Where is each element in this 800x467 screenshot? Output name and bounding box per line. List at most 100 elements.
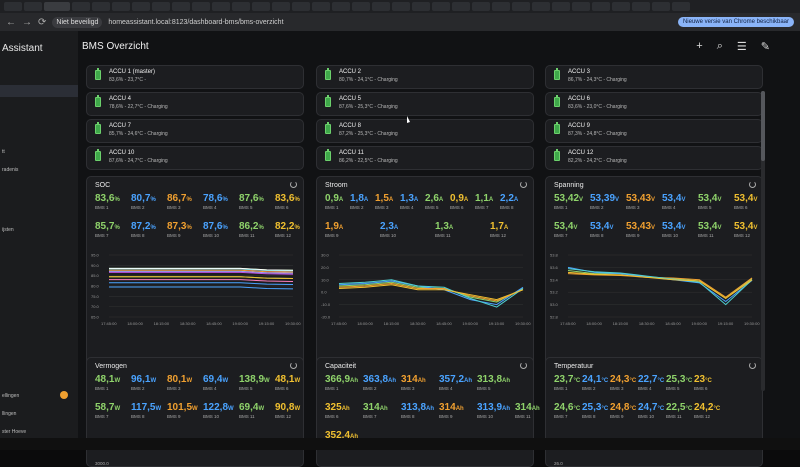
browser-tab[interactable] — [392, 2, 410, 11]
accu-name: ACCU 4 — [109, 96, 132, 102]
refresh-icon[interactable] — [749, 362, 756, 369]
y-tick-label: 0.0 — [321, 290, 327, 295]
browser-tab[interactable] — [272, 2, 290, 11]
temperatuur-value: 24,8°C — [610, 402, 636, 413]
stat-number: 357,2 — [439, 374, 465, 385]
accu-card[interactable]: ACCU 5 87,6% - 25,3°C - Charging — [316, 92, 534, 116]
forward-icon[interactable]: → — [22, 17, 32, 28]
sidebar-item[interactable]: radenis — [2, 167, 18, 173]
y-tick-label: 52.8 — [550, 315, 559, 320]
temperatuur-value: 22,5°C — [666, 402, 692, 413]
browser-tab[interactable] — [472, 2, 490, 11]
browser-tab[interactable] — [632, 2, 650, 11]
browser-tab[interactable] — [212, 2, 230, 11]
sidebar-item[interactable]: ijsten — [2, 227, 14, 233]
browser-tab[interactable] — [572, 2, 590, 11]
browser-tab[interactable] — [552, 2, 570, 11]
accu-card[interactable]: ACCU 8 87,2% - 25,3°C - Charging — [316, 119, 534, 143]
accu-card[interactable]: ACCU 9 87,3% - 24,8°C - Charging — [545, 119, 763, 143]
x-tick-label: 18:45:00 — [436, 321, 452, 326]
refresh-icon[interactable] — [520, 362, 527, 369]
x-tick-label: 18:30:00 — [639, 321, 655, 326]
accu-card[interactable]: ACCU 7 85,7% - 24,6°C - Charging — [86, 119, 304, 143]
accu-card[interactable]: ACCU 3 86,7% - 24,3°C - Charging — [545, 65, 763, 89]
url-field[interactable]: homeassistant.local:8123/dashboard-bms/b… — [108, 19, 672, 26]
browser-tab[interactable] — [412, 2, 430, 11]
browser-tab[interactable] — [592, 2, 610, 11]
browser-tab[interactable] — [532, 2, 550, 11]
browser-tab[interactable] — [332, 2, 350, 11]
browser-tab[interactable] — [132, 2, 150, 11]
browser-tab[interactable] — [432, 2, 450, 11]
temperatuur-label: BMS 7 — [554, 414, 568, 419]
scroll-thumb[interactable] — [761, 91, 765, 161]
sidebar-item[interactable]: ster Hoeve — [2, 429, 26, 435]
browser-address-bar: ← → ⟳ Niet beveiligd homeassistant.local… — [0, 13, 800, 31]
accu-card[interactable]: ACCU 6 83,6% - 23,0°C - Charging — [545, 92, 763, 116]
accu-card[interactable]: ACCU 4 78,6% - 22,7°C - Charging — [86, 92, 304, 116]
browser-tab[interactable] — [232, 2, 250, 11]
sidebar-item[interactable]: ellingen — [2, 393, 19, 399]
browser-tab[interactable] — [92, 2, 110, 11]
browser-tab[interactable] — [372, 2, 390, 11]
stat-unit: Ah — [341, 406, 350, 412]
stat-number: 58,7 — [95, 402, 115, 413]
accu-card[interactable]: ACCU 1 (master) 83,6% - 23,7°C - — [86, 65, 304, 89]
stat-unit: °C — [705, 378, 712, 384]
browser-tab[interactable] — [24, 2, 42, 11]
browser-tab[interactable] — [612, 2, 630, 11]
browser-tab[interactable] — [452, 2, 470, 11]
stat-unit: Ah — [426, 406, 435, 412]
browser-tab[interactable] — [44, 2, 70, 11]
vermogen-label: BMS 10 — [203, 414, 220, 419]
y-tick-label: 65.0 — [91, 315, 100, 320]
stat-unit: Ah — [417, 378, 426, 384]
sidebar-item-active[interactable] — [0, 85, 78, 97]
security-indicator[interactable]: Niet beveiligd — [52, 16, 103, 28]
refresh-icon[interactable] — [290, 362, 297, 369]
vermogen-value: 138,9W — [239, 374, 270, 385]
accu-card[interactable]: ACCU 11 86,2% - 22,5°C - Charging — [316, 146, 534, 170]
stat-unit: W — [294, 378, 301, 384]
browser-tab[interactable] — [252, 2, 270, 11]
accu-card[interactable]: ACCU 10 87,6% - 24,7°C - Charging — [86, 146, 304, 170]
accu-card[interactable]: ACCU 12 82,2% - 24,2°C - Charging — [545, 146, 763, 170]
vermogen-label: BMS 1 — [95, 386, 109, 391]
accu-card[interactable]: ACCU 2 80,7% - 24,1°C - Charging — [316, 65, 534, 89]
assist-icon[interactable]: ☰ — [737, 40, 747, 53]
edit-icon[interactable]: ✎ — [761, 40, 770, 53]
sidebar-item[interactable]: llingen — [2, 411, 16, 417]
search-icon[interactable]: ⌕ — [717, 40, 723, 53]
series-line-4 — [109, 286, 294, 290]
capaciteit-value: 325Ah — [325, 402, 350, 413]
browser-tab[interactable] — [512, 2, 530, 11]
browser-tab[interactable] — [672, 2, 690, 11]
browser-tab[interactable] — [192, 2, 210, 11]
scrollbar[interactable] — [761, 91, 765, 391]
browser-tab[interactable] — [72, 2, 90, 11]
chrome-update-button[interactable]: Nieuwe versie van Chrome beschikbaar — [677, 17, 794, 27]
browser-tab[interactable] — [312, 2, 330, 11]
stat-unit: Ah — [455, 406, 464, 412]
capaciteit-value: 314Ah — [363, 402, 388, 413]
browser-tab[interactable] — [112, 2, 130, 11]
add-icon[interactable]: + — [696, 40, 702, 53]
vermogen-value: 101,5W — [167, 402, 198, 413]
browser-tab[interactable] — [152, 2, 170, 11]
browser-tab[interactable] — [652, 2, 670, 11]
sidebar-item[interactable]: tt — [2, 149, 5, 155]
capaciteit-label: BMS 10 — [477, 414, 494, 419]
browser-tab[interactable] — [492, 2, 510, 11]
browser-tab[interactable] — [172, 2, 190, 11]
browser-tab[interactable] — [292, 2, 310, 11]
back-icon[interactable]: ← — [6, 17, 16, 28]
reload-icon[interactable]: ⟳ — [38, 17, 46, 28]
browser-tab[interactable] — [352, 2, 370, 11]
browser-tab[interactable] — [4, 2, 22, 11]
vermogen-label: BMS 2 — [131, 386, 145, 391]
stat-unit: Ah — [350, 378, 359, 384]
battery-icon — [95, 95, 101, 107]
temperatuur-label: BMS 10 — [638, 414, 655, 419]
temperatuur-value: 25,3°C — [582, 402, 608, 413]
stat-number: 101,5 — [167, 402, 193, 413]
